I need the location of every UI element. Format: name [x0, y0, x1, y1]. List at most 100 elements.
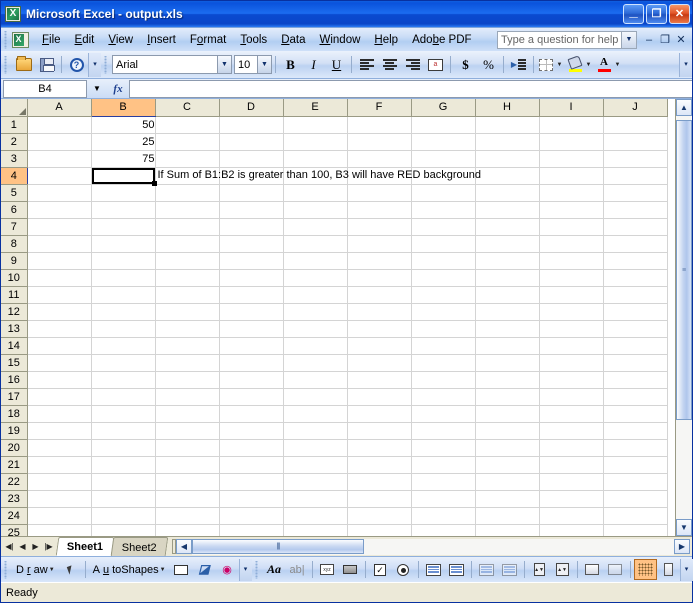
cell-f13[interactable] [347, 320, 412, 338]
cell-b2[interactable]: 25 [91, 133, 156, 151]
toggle-grid-button[interactable] [633, 559, 657, 580]
cell-g7[interactable] [411, 218, 476, 236]
cell-i15[interactable] [539, 354, 604, 372]
sheet-tab-sheet2[interactable]: Sheet2 [110, 537, 169, 556]
spinner-button[interactable]: ▲▼ [551, 559, 574, 580]
cell-d5[interactable] [219, 184, 284, 202]
wordart-button[interactable]: ◪ [193, 559, 216, 580]
cell-g8[interactable] [411, 235, 476, 253]
cell-e3[interactable] [283, 150, 348, 168]
cell-h18[interactable] [475, 405, 540, 423]
cell-i12[interactable] [539, 303, 604, 321]
cell-c10[interactable] [155, 269, 220, 287]
cell-e19[interactable] [283, 422, 348, 440]
cell-c24[interactable] [155, 507, 220, 525]
cell-i14[interactable] [539, 337, 604, 355]
row-header-21[interactable]: 21 [1, 456, 28, 474]
formula-input[interactable] [129, 79, 692, 98]
cell-h4[interactable] [475, 167, 540, 185]
italic-button[interactable]: I [302, 54, 325, 76]
cell-f9[interactable] [347, 252, 412, 270]
row-header-17[interactable]: 17 [1, 388, 28, 406]
cell-g9[interactable] [411, 252, 476, 270]
cell-j9[interactable] [603, 252, 668, 270]
cell-j19[interactable] [603, 422, 668, 440]
cell-j7[interactable] [603, 218, 668, 236]
horizontal-scroll-track[interactable]: |||| [191, 538, 674, 555]
row-header-5[interactable]: 5 [1, 184, 28, 202]
cell-a25[interactable] [27, 524, 92, 536]
cell-g1[interactable] [411, 116, 476, 134]
cell-c6[interactable] [155, 201, 220, 219]
menu-item-file[interactable]: FFileile [35, 31, 68, 49]
cell-b18[interactable] [91, 405, 156, 423]
cell-j6[interactable] [603, 201, 668, 219]
run-dialog-button[interactable] [657, 559, 680, 580]
cell-i7[interactable] [539, 218, 604, 236]
cell-e15[interactable] [283, 354, 348, 372]
worksheet-grid[interactable]: ABCDEFGHIJ 1 50 2 25 3 75 4 If Sum of B1:B2 is … [1, 99, 675, 536]
cell-a16[interactable] [27, 371, 92, 389]
cell-g5[interactable] [411, 184, 476, 202]
cell-j23[interactable] [603, 490, 668, 508]
cell-a1[interactable] [27, 116, 92, 134]
cell-b16[interactable] [91, 371, 156, 389]
cell-e12[interactable] [283, 303, 348, 321]
cell-a8[interactable] [27, 235, 92, 253]
cell-j16[interactable] [603, 371, 668, 389]
cell-i23[interactable] [539, 490, 604, 508]
cell-h19[interactable] [475, 422, 540, 440]
select-all-corner[interactable] [1, 99, 28, 117]
cell-b15[interactable] [91, 354, 156, 372]
increase-indent-button[interactable]: ▶ [507, 54, 530, 76]
textbox-button[interactable]: xyz [316, 559, 339, 580]
cell-b4[interactable] [91, 167, 156, 185]
cell-a24[interactable] [27, 507, 92, 525]
cell-e25[interactable] [283, 524, 348, 536]
bold-button[interactable]: B [279, 54, 302, 76]
cell-g23[interactable] [411, 490, 476, 508]
borders-dropdown-button[interactable]: ▼ [555, 54, 566, 76]
cell-g11[interactable] [411, 286, 476, 304]
cell-f15[interactable] [347, 354, 412, 372]
cell-g16[interactable] [411, 371, 476, 389]
column-header-h[interactable]: H [475, 99, 540, 117]
column-header-g[interactable]: G [411, 99, 476, 117]
ask-a-question-box[interactable]: Type a question for help ▼ [497, 30, 637, 49]
column-header-c[interactable]: C [155, 99, 220, 117]
cell-b13[interactable] [91, 320, 156, 338]
cell-j18[interactable] [603, 405, 668, 423]
cell-f16[interactable] [347, 371, 412, 389]
menu-grip-handle[interactable] [2, 30, 11, 49]
row-header-14[interactable]: 14 [1, 337, 28, 355]
cell-d10[interactable] [219, 269, 284, 287]
cell-d8[interactable] [219, 235, 284, 253]
row-header-16[interactable]: 16 [1, 371, 28, 389]
column-header-j[interactable]: J [603, 99, 668, 117]
cell-c23[interactable] [155, 490, 220, 508]
scroll-down-button[interactable]: ▼ [676, 519, 692, 536]
row-header-8[interactable]: 8 [1, 235, 28, 253]
cell-b7[interactable] [91, 218, 156, 236]
sheet-tab-sheet1[interactable]: Sheet1 [55, 537, 115, 556]
cell-i3[interactable] [539, 150, 604, 168]
cell-i24[interactable] [539, 507, 604, 525]
cell-j2[interactable] [603, 133, 668, 151]
cell-e7[interactable] [283, 218, 348, 236]
cell-d24[interactable] [219, 507, 284, 525]
cell-c17[interactable] [155, 388, 220, 406]
cell-j17[interactable] [603, 388, 668, 406]
formatting-toolbar-overflow-button[interactable]: ▾ [679, 52, 692, 77]
cell-e24[interactable] [283, 507, 348, 525]
cell-h24[interactable] [475, 507, 540, 525]
cell-d17[interactable] [219, 388, 284, 406]
name-box[interactable]: B4 [3, 79, 87, 98]
menu-item-adobe-pdf[interactable]: Adobe PDF [405, 31, 478, 49]
cell-b6[interactable] [91, 201, 156, 219]
cell-b20[interactable] [91, 439, 156, 457]
name-box-chevron-down-icon[interactable]: ▼ [87, 80, 107, 98]
cell-j4[interactable] [603, 167, 668, 185]
cell-f8[interactable] [347, 235, 412, 253]
row-header-7[interactable]: 7 [1, 218, 28, 236]
cell-f17[interactable] [347, 388, 412, 406]
